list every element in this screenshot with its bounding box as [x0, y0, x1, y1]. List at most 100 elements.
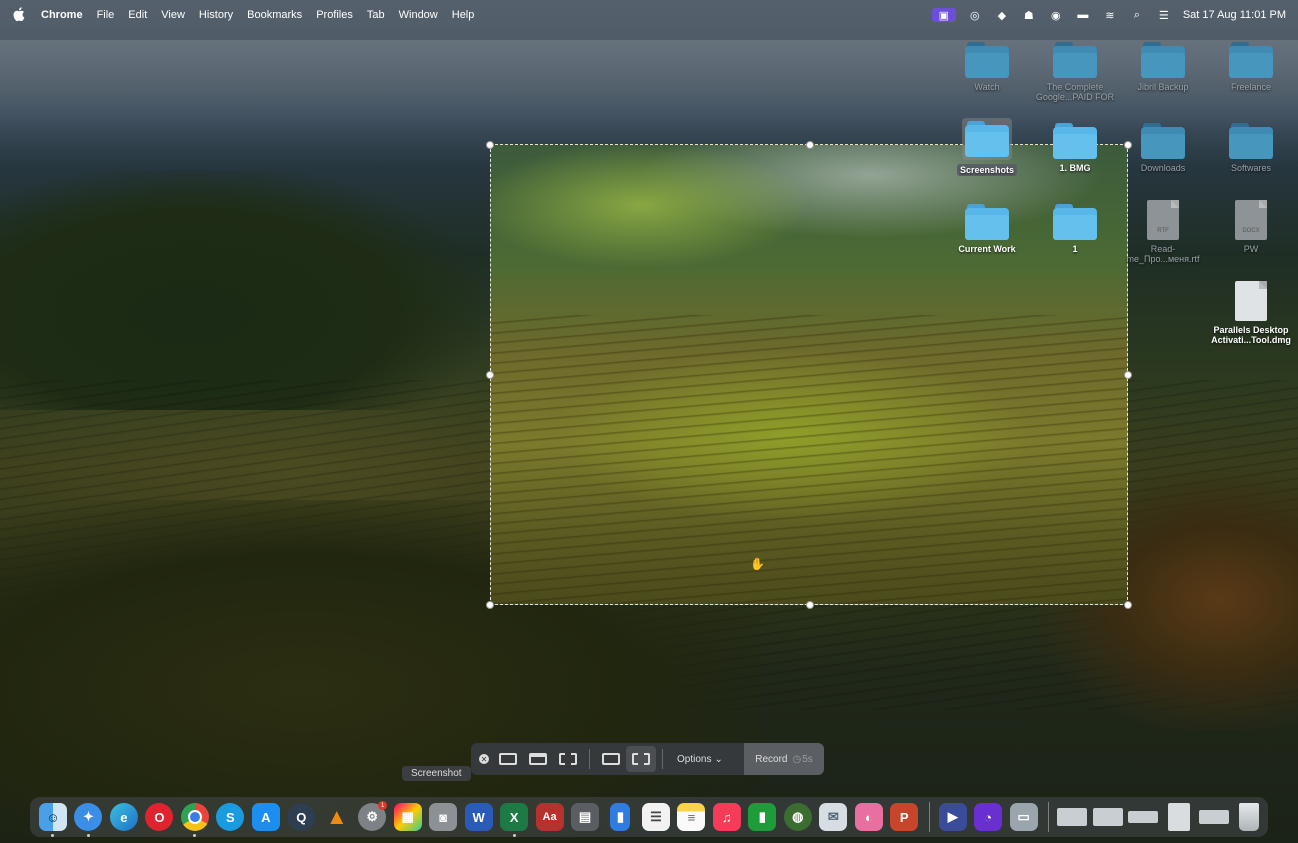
capture-entire-screen-button[interactable] — [493, 746, 523, 772]
record-entire-screen-button[interactable] — [596, 746, 626, 772]
desktop-folder-1[interactable]: 1 — [1029, 204, 1121, 254]
desktop-folder-jibril-backup[interactable]: Jibril Backup — [1117, 42, 1209, 92]
desktop-folder-screenshots[interactable]: Screenshots — [941, 118, 1033, 176]
dock-opera[interactable]: O — [142, 800, 176, 834]
dock-music[interactable]: ♫ — [710, 800, 744, 834]
menu-bookmarks[interactable]: Bookmarks — [247, 9, 302, 21]
notification-app-icon[interactable]: ◆ — [994, 8, 1010, 22]
dictionary-icon: Aa — [535, 803, 564, 831]
parallels-icon: ▭ — [1009, 803, 1038, 831]
record-button[interactable]: Record ◷ 5s — [744, 743, 824, 775]
selection-handle-bottom-right[interactable] — [1124, 601, 1132, 609]
selection-handle-bottom-left[interactable] — [486, 601, 494, 609]
capture-selection-button[interactable] — [553, 746, 583, 772]
window-thumbnail-icon — [1057, 808, 1088, 826]
dock-finder[interactable]: ☺ — [36, 800, 70, 837]
dock-chrome[interactable] — [178, 800, 212, 837]
desktop-folder-current-work[interactable]: Current Work — [941, 204, 1033, 254]
timer-label: 5s — [802, 753, 813, 765]
dock-excel[interactable]: X — [497, 800, 531, 837]
record-selection-icon — [632, 753, 650, 765]
menu-clock[interactable]: Sat 17 Aug 11:01 PM — [1183, 9, 1286, 21]
desktop-folder-watch[interactable]: Watch — [941, 42, 1033, 92]
menu-edit[interactable]: Edit — [128, 9, 147, 21]
dock-dictionary[interactable]: Aa — [533, 800, 567, 834]
dock-quicktime[interactable]: Q — [284, 800, 318, 834]
dock-minimized-4[interactable] — [1197, 800, 1231, 834]
dock-reminders[interactable]: ☰ — [639, 800, 673, 834]
battery-icon[interactable]: ▬ — [1075, 8, 1091, 22]
edge-icon: e — [109, 803, 138, 831]
capture-window-button[interactable] — [523, 746, 553, 772]
desktop-file-pw[interactable]: DOCX PW — [1205, 200, 1297, 254]
dock-app-store[interactable]: A — [249, 800, 283, 834]
dock-parallels[interactable]: ▭ — [1007, 800, 1041, 834]
apple-logo-icon[interactable] — [13, 6, 29, 24]
chatgpt-icon[interactable]: ◎ — [967, 8, 983, 22]
dock: ☺ ✦ e O S A Q ▲ ⚙ 1 ▦ ◙ W X Aa ▤ ▮ ☰ ≡ ♫ … — [30, 797, 1268, 837]
desktop-item-label: 1. BMG — [1059, 163, 1091, 173]
dock-word[interactable]: W — [462, 800, 496, 834]
menu-app-name[interactable]: Chrome — [41, 9, 83, 21]
selection-handle-left[interactable] — [486, 371, 494, 379]
selection-vineyard-rows — [491, 315, 1127, 604]
menu-help[interactable]: Help — [452, 9, 475, 21]
dock-system-settings[interactable]: ⚙ 1 — [355, 800, 389, 834]
dock-edge[interactable]: e — [107, 800, 141, 834]
desktop-folder-google-course[interactable]: The Complete Google...PAID FOR — [1029, 42, 1121, 102]
dock-launchpad[interactable]: ▦ — [391, 800, 425, 834]
selection-handle-top[interactable] — [806, 141, 814, 149]
dock-minimized-2[interactable] — [1091, 800, 1125, 834]
desktop-folder-softwares[interactable]: Softwares — [1205, 123, 1297, 173]
menu-profiles[interactable]: Profiles — [316, 9, 353, 21]
cleanmymac-icon: ◐ — [854, 803, 883, 831]
powerpoint-icon: P — [890, 803, 919, 831]
word-icon: W — [464, 803, 493, 831]
user-account-icon[interactable]: ◉ — [1048, 8, 1064, 22]
menu-window[interactable]: Window — [399, 9, 438, 21]
close-toolbar-icon[interactable]: ✕ — [479, 754, 489, 764]
dock-cleanmymac[interactable]: ◐ — [852, 800, 886, 834]
menu-file[interactable]: File — [97, 9, 115, 21]
selection-handle-top-left[interactable] — [486, 141, 494, 149]
dock-minimized-3[interactable] — [1126, 800, 1160, 834]
control-center-icon[interactable]: ☰ — [1156, 8, 1172, 22]
desktop-folder-1-bmg[interactable]: 1. BMG — [1029, 123, 1121, 173]
dock-skype[interactable]: S — [213, 800, 247, 834]
dock-files[interactable]: ▮ — [604, 800, 638, 834]
dock-calculator[interactable]: ▤ — [568, 800, 602, 834]
desktop-file-parallels-dmg[interactable]: Parallels Desktop Activati...Tool.dmg — [1205, 281, 1297, 345]
dock-downloads-stack[interactable] — [1162, 800, 1196, 834]
menu-tab[interactable]: Tab — [367, 9, 385, 21]
record-selection-button[interactable] — [626, 746, 656, 772]
dock-screens[interactable]: ▶ — [936, 800, 970, 834]
dock-keynote[interactable]: ◍ — [781, 800, 815, 834]
people-icon[interactable]: ☗ — [1021, 8, 1037, 22]
dock-trash[interactable] — [1232, 800, 1266, 834]
dock-vlc[interactable]: ▲ — [320, 800, 354, 834]
spotlight-search-icon[interactable]: ⌕ — [1129, 8, 1145, 22]
selection-handle-right[interactable] — [1124, 371, 1132, 379]
dock-numbers[interactable]: ▮ — [745, 800, 779, 834]
wallpaper-forest-left — [0, 170, 480, 410]
screenshot-tooltip: Screenshot — [402, 766, 471, 781]
dock-minimized-1[interactable] — [1055, 800, 1089, 834]
options-menu-button[interactable]: Options ⌄ — [669, 754, 731, 765]
desktop-folder-downloads[interactable]: Downloads — [1117, 123, 1209, 173]
dock-safari[interactable]: ✦ — [71, 800, 105, 837]
quicktime-icon: Q — [287, 803, 316, 831]
menu-view[interactable]: View — [161, 9, 185, 21]
dock-terminal[interactable]: ◔ — [971, 800, 1005, 834]
hand-cursor-icon: ✋ — [750, 557, 765, 571]
screen-mirror-icon[interactable]: ▣ — [931, 8, 956, 22]
dock-screenshot[interactable]: ◙ — [426, 800, 460, 834]
desktop-folder-freelance[interactable]: Freelance — [1205, 42, 1297, 92]
dock-powerpoint[interactable]: P — [887, 800, 921, 834]
dock-notes[interactable]: ≡ — [674, 800, 708, 834]
dock-preview[interactable]: ✉ — [816, 800, 850, 834]
wifi-icon[interactable]: ≋ — [1102, 8, 1118, 22]
menu-history[interactable]: History — [199, 9, 233, 21]
desktop-file-readme-rtf[interactable]: RTF Read-me_Про...меня.rtf — [1117, 200, 1209, 264]
selection-handle-bottom[interactable] — [806, 601, 814, 609]
window-thumbnail-icon — [1092, 808, 1123, 826]
